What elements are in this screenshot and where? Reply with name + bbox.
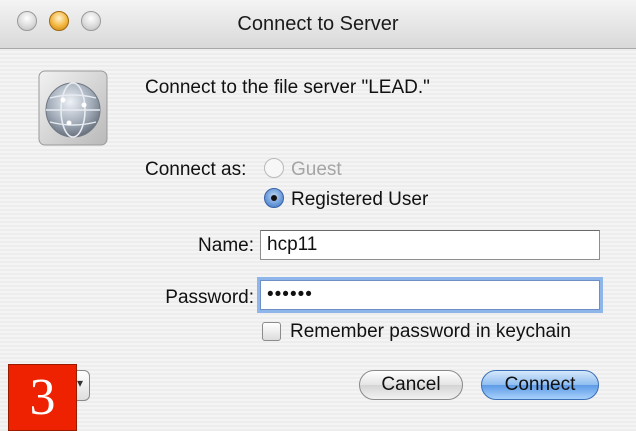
name-field[interactable]: hcp11 — [260, 230, 600, 260]
registered-user-radio[interactable] — [264, 188, 284, 208]
name-label: Name: — [198, 235, 254, 256]
server-globe-icon — [38, 70, 108, 146]
registered-user-radio-label[interactable]: Registered User — [291, 189, 428, 211]
connect-message: Connect to the file server "LEAD." — [145, 77, 430, 98]
guest-radio — [264, 158, 284, 178]
title-bar[interactable]: Connect to Server — [0, 0, 636, 49]
step-number-badge: 3 — [8, 364, 77, 431]
guest-radio-label: Guest — [291, 159, 342, 180]
connect-as-label: Connect as: — [145, 159, 247, 180]
window-title: Connect to Server — [237, 13, 399, 35]
connect-to-server-dialog: Connect to Server Connect to the file se… — [0, 0, 636, 431]
remember-password-checkbox[interactable] — [262, 322, 281, 341]
password-field[interactable]: •••••• — [260, 280, 600, 310]
password-label: Password: — [165, 287, 254, 308]
cancel-button[interactable]: Cancel — [359, 370, 463, 400]
connect-button[interactable]: Connect — [481, 370, 599, 400]
step-number: 3 — [29, 369, 56, 426]
remember-password-label[interactable]: Remember password in keychain — [290, 321, 571, 343]
